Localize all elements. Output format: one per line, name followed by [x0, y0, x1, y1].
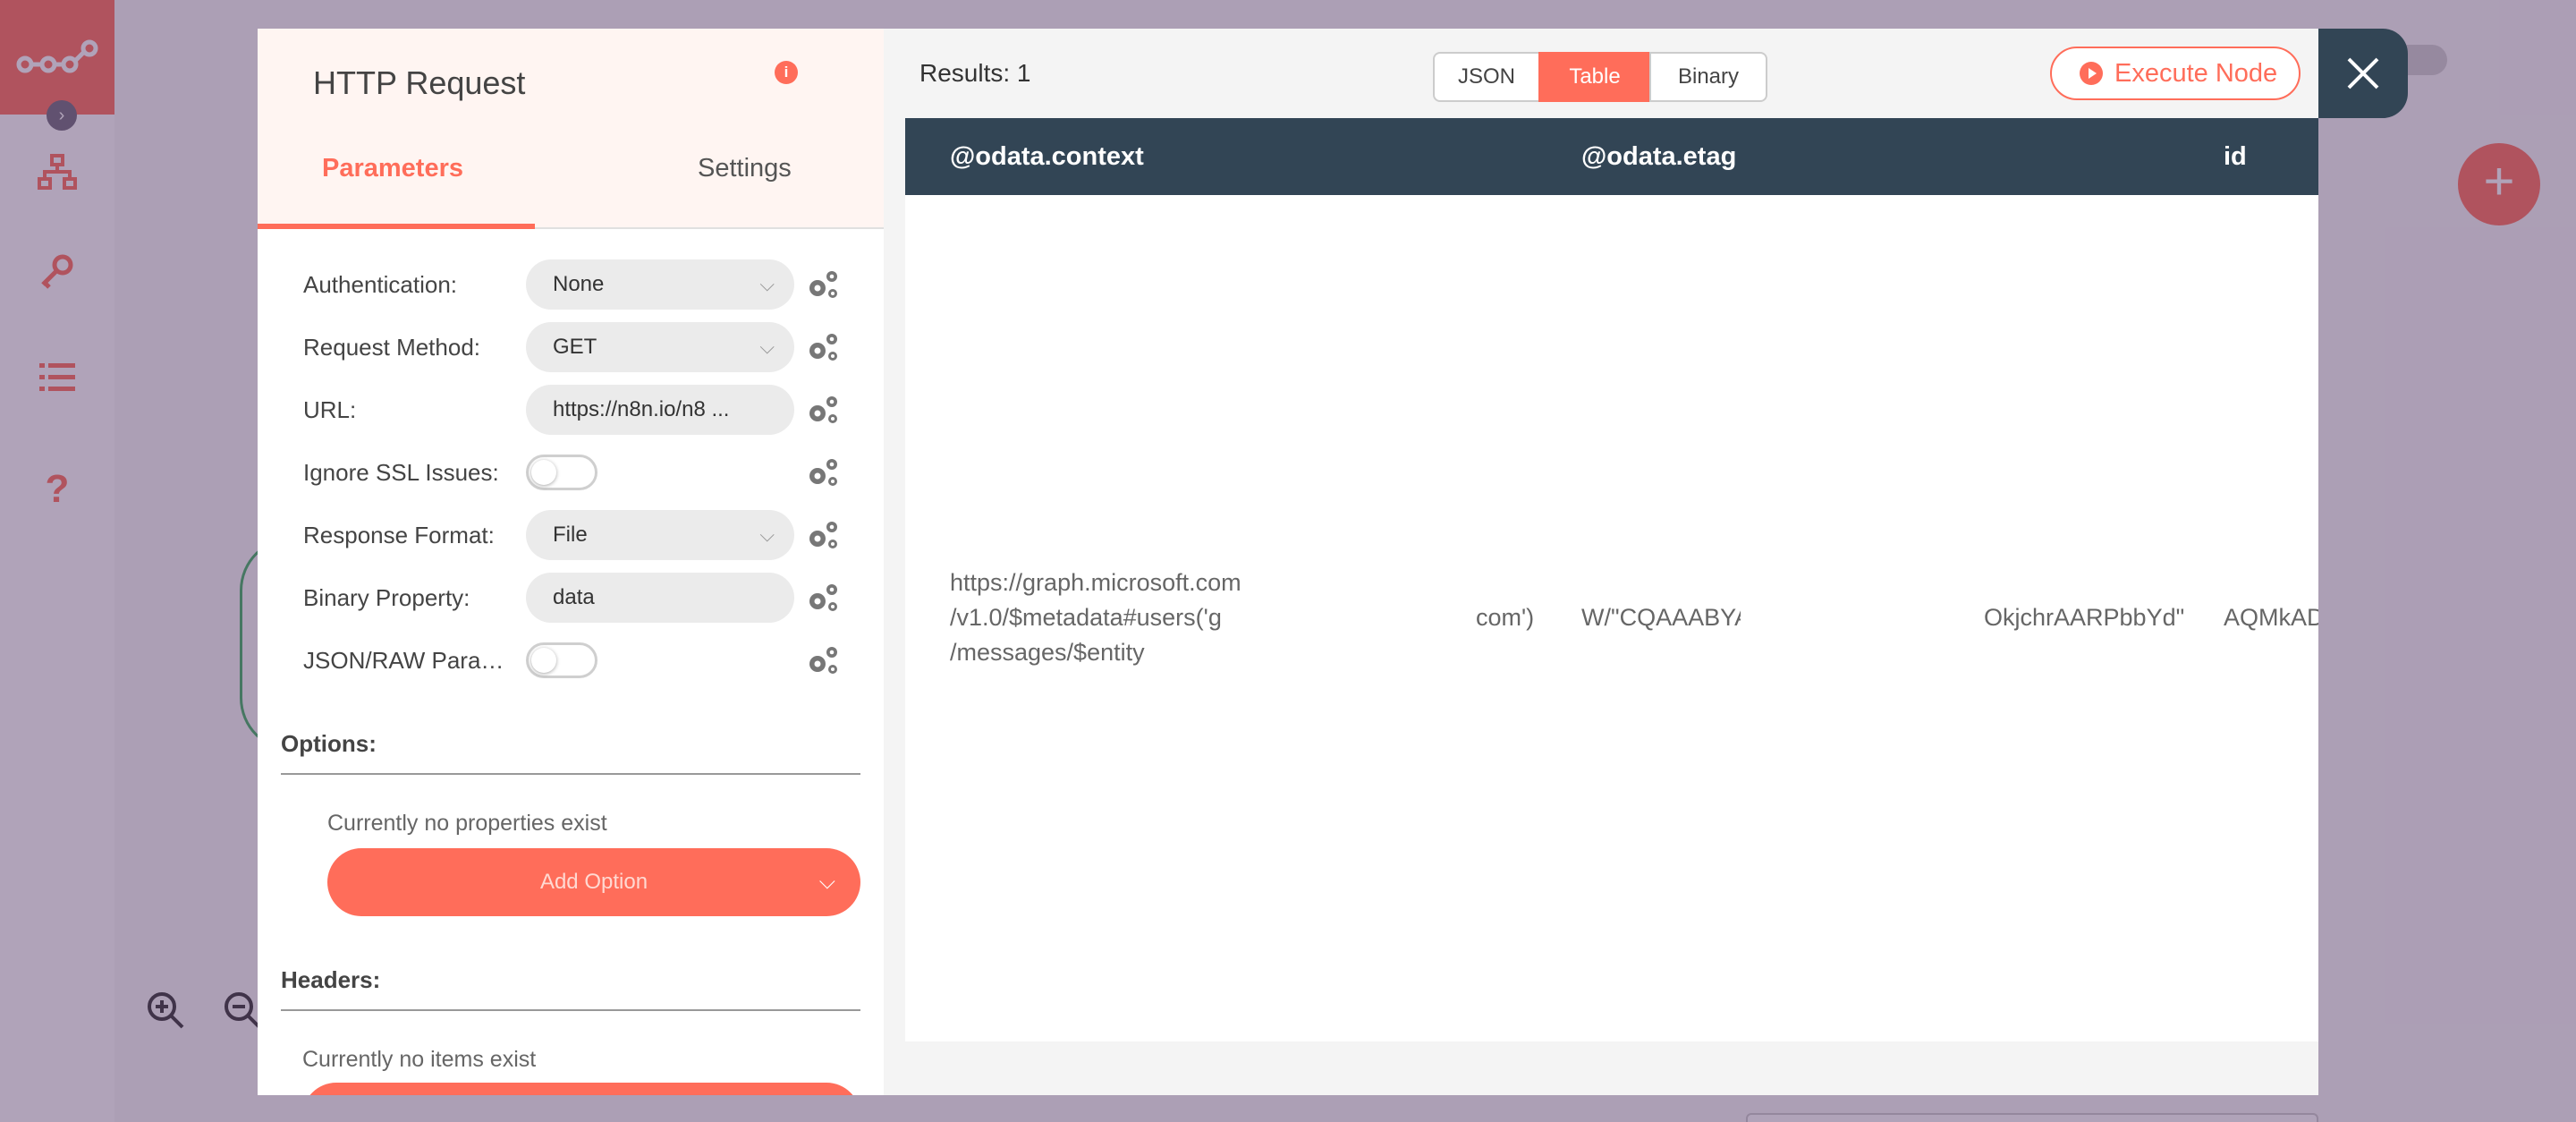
- column-header: @odata.context: [950, 142, 1144, 171]
- table-cell: W/"CQAAABYA: [1581, 604, 1741, 631]
- gear-icon[interactable]: [805, 268, 841, 301]
- execute-node-label: Execute Node: [2114, 59, 2278, 88]
- results-table: @odata.context @odata.etag id https://gr…: [905, 118, 2318, 1041]
- ignore-ssl-row: Ignore SSL Issues:: [258, 447, 884, 497]
- input-value: https://n8n.io/n8 ...: [553, 397, 730, 421]
- request-method-row: Request Method: GET ⌵: [258, 322, 884, 372]
- node-title[interactable]: HTTP Request: [313, 64, 525, 102]
- table-header: @odata.context @odata.etag id: [905, 118, 2318, 195]
- table-cell: /v1.0/$metadata#users('g: [950, 604, 1222, 631]
- table-cell: https://graph.microsoft.com: [950, 569, 1241, 596]
- execute-node-button[interactable]: Execute Node: [2050, 47, 2301, 100]
- view-mode-table[interactable]: Table: [1538, 52, 1651, 102]
- gear-icon[interactable]: [805, 644, 841, 676]
- play-icon: [2080, 62, 2103, 85]
- headers-empty-note: Currently no items exist: [302, 1047, 537, 1072]
- response-format-row: Response Format: File ⌵: [258, 510, 884, 560]
- gear-icon[interactable]: [805, 456, 841, 489]
- add-option-label: Add Option: [539, 870, 648, 894]
- response-format-select[interactable]: File ⌵: [526, 510, 794, 560]
- results-count: Results: 1: [919, 59, 1031, 87]
- info-icon[interactable]: i: [775, 61, 798, 84]
- gear-icon[interactable]: [805, 519, 841, 551]
- chevron-down-icon: ⌵: [759, 523, 775, 546]
- close-icon: [2347, 57, 2379, 89]
- binary-property-input[interactable]: data: [526, 573, 794, 623]
- field-label: JSON/RAW Parame...: [303, 647, 522, 674]
- select-value: File: [553, 523, 588, 547]
- authentication-row: Authentication: None ⌵: [258, 259, 884, 310]
- gear-icon[interactable]: [805, 331, 841, 363]
- json-raw-parameters-toggle[interactable]: [526, 642, 597, 678]
- input-value: data: [553, 585, 595, 609]
- table-cell: /messages/$entity: [950, 639, 1145, 666]
- parameters-pane: HTTP Request Parameters Settings Authent…: [258, 29, 884, 1095]
- options-title: Options:: [281, 730, 377, 757]
- view-mode-binary[interactable]: Binary: [1649, 52, 1767, 102]
- table-cell: OkjchrAARPbbYd": [1984, 604, 2185, 631]
- field-label: Ignore SSL Issues:: [303, 459, 499, 486]
- active-tab-indicator: [258, 224, 535, 229]
- add-header-button[interactable]: [302, 1083, 860, 1095]
- headers-title: Headers:: [281, 966, 381, 993]
- options-empty-note: Currently no properties exist: [327, 811, 607, 836]
- tab-settings[interactable]: Settings: [698, 154, 792, 183]
- authentication-select[interactable]: None ⌵: [526, 259, 794, 310]
- divider: [281, 1009, 860, 1011]
- binary-property-row: Binary Property: data: [258, 573, 884, 623]
- field-label: Response Format:: [303, 522, 495, 548]
- url-input[interactable]: https://n8n.io/n8 ...: [526, 385, 794, 435]
- json-raw-parameters-row: JSON/RAW Parame...: [258, 635, 884, 685]
- add-option-button[interactable]: Add Option ⌵: [327, 848, 860, 916]
- view-mode-json[interactable]: JSON: [1433, 52, 1540, 102]
- field-label: URL:: [303, 396, 357, 423]
- table-cell: com'): [1476, 604, 1535, 631]
- chevron-down-icon: ⌵: [759, 273, 775, 295]
- url-row: URL: https://n8n.io/n8 ...: [258, 385, 884, 435]
- close-button[interactable]: [2318, 29, 2408, 118]
- chevron-down-icon: ⌵: [818, 870, 835, 894]
- field-label: Binary Property:: [303, 584, 470, 611]
- request-method-select[interactable]: GET ⌵: [526, 322, 794, 372]
- table-cell: AQMkAD: [2224, 604, 2318, 631]
- tab-parameters[interactable]: Parameters: [322, 154, 463, 183]
- node-header: HTTP Request Parameters Settings: [258, 29, 884, 229]
- gear-icon[interactable]: [805, 582, 841, 614]
- column-header: @odata.etag: [1581, 142, 1737, 171]
- field-label: Request Method:: [303, 334, 481, 361]
- select-value: None: [553, 272, 605, 296]
- ignore-ssl-toggle[interactable]: [526, 455, 597, 490]
- column-header: id: [2224, 142, 2247, 171]
- chevron-down-icon: ⌵: [759, 336, 775, 358]
- gear-icon[interactable]: [805, 394, 841, 426]
- select-value: GET: [553, 335, 597, 359]
- divider: [281, 773, 860, 775]
- field-label: Authentication:: [303, 271, 458, 298]
